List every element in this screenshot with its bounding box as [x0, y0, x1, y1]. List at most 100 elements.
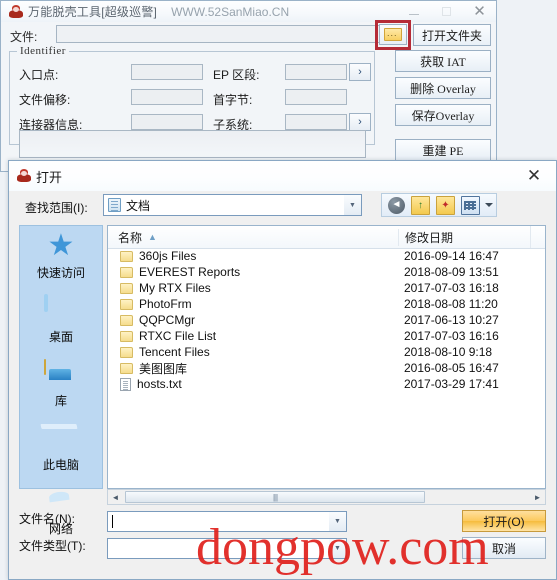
browse-button-highlight [375, 20, 411, 50]
subsystem-expand-button[interactable]: › [349, 113, 371, 131]
place-item-quick-access[interactable]: ★ 快速访问 [20, 226, 102, 290]
folder-icon [120, 282, 133, 294]
file-label: 文件: [10, 30, 38, 44]
file-name-input[interactable]: ▼ [107, 511, 347, 532]
table-row[interactable]: Tencent Files 2018-08-10 9:18 [108, 344, 545, 360]
rebuild-pe-button[interactable]: 重建 PE [395, 139, 491, 161]
file-name: hosts.txt [137, 377, 182, 391]
get-iat-button[interactable]: 获取 IAT [395, 50, 491, 72]
open-button[interactable]: 打开(O) [462, 510, 546, 532]
close-button[interactable]: ✕ [463, 1, 496, 22]
table-row[interactable]: 360js Files 2016-09-14 16:47 [108, 248, 545, 264]
linker-info-input[interactable] [131, 114, 203, 130]
horizontal-scrollbar[interactable]: ◄ |||| ► [107, 489, 546, 505]
desktop-icon [44, 294, 78, 326]
place-label: 此电脑 [42, 458, 79, 472]
folder-icon [120, 362, 133, 374]
place-item-desktop[interactable]: 桌面 [20, 290, 102, 354]
new-folder-icon[interactable]: ✦ [436, 195, 455, 215]
file-date: 2016-08-05 16:47 [404, 361, 499, 375]
look-in-row: 查找范围(I): 文档 ▼ ◄ ↑ ✦ [9, 191, 556, 223]
file-date: 2017-03-29 17:41 [404, 377, 499, 391]
cancel-button[interactable]: 取消 [462, 537, 546, 559]
file-name: EVEREST Reports [139, 265, 241, 279]
file-type-label: 文件类型(T): [19, 539, 86, 553]
dialog-toolbar: ◄ ↑ ✦ [381, 193, 497, 217]
ep-section-expand-button[interactable]: › [349, 63, 371, 81]
entry-point-label: 入口点: [19, 68, 59, 82]
table-row[interactable]: EVEREST Reports 2018-08-09 13:51 [108, 264, 545, 280]
file-name: Tencent Files [139, 345, 210, 359]
minimize-button[interactable] [397, 1, 430, 22]
sort-ascending-icon: ▲ [148, 232, 157, 242]
save-overlay-button[interactable]: 保存Overlay [395, 104, 491, 126]
window-controls: ✕ [397, 1, 496, 22]
open-folder-button[interactable]: 打开文件夹 [413, 24, 491, 46]
maximize-button[interactable] [430, 1, 463, 22]
ep-section-label: EP 区段: [213, 68, 260, 82]
column-header-name-label: 名称 [118, 230, 143, 245]
main-window-titlebar[interactable]: 万能脱壳工具[超级巡警] WWW.52SanMiao.CN ✕ [1, 1, 496, 22]
entry-point-input[interactable] [131, 64, 203, 80]
first-bytes-input[interactable] [285, 89, 347, 105]
scrollbar-track[interactable]: |||| [123, 490, 530, 504]
subsystem-input[interactable] [285, 114, 347, 130]
dialog-titlebar[interactable]: 打开 ✕ [9, 161, 556, 192]
place-item-this-pc[interactable]: 此电脑 [20, 418, 102, 482]
folder-icon [120, 330, 133, 342]
file-path-input[interactable] [56, 25, 383, 43]
this-pc-icon [44, 424, 78, 454]
place-label: 库 [54, 394, 67, 408]
identifier-legend: Identifier [17, 45, 69, 57]
delete-overlay-button[interactable]: 删除 Overlay [395, 77, 491, 99]
folder-icon [120, 346, 133, 358]
file-date: 2018-08-09 13:51 [404, 265, 499, 279]
view-mode-chevron-down-icon[interactable] [485, 203, 493, 207]
file-date: 2016-09-14 16:47 [404, 249, 499, 263]
file-name-chevron-down-icon[interactable]: ▼ [329, 512, 346, 531]
look-in-combobox[interactable]: 文档 ▼ [103, 194, 362, 216]
file-list-header: 名称 ▲ 修改日期 [108, 226, 545, 249]
places-sidebar: ★ 快速访问 桌面 库 此电脑 网络 [19, 225, 103, 536]
up-folder-icon[interactable]: ↑ [411, 195, 430, 215]
scroll-right-icon[interactable]: ► [530, 490, 545, 504]
ep-section-input[interactable] [285, 64, 347, 80]
column-header-date[interactable]: 修改日期 [398, 228, 530, 246]
file-name: RTXC File List [139, 329, 217, 343]
scrollbar-grip: |||| [272, 492, 278, 502]
file-list-panel[interactable]: 名称 ▲ 修改日期 360js Files 2016-09-14 16:47 E… [107, 225, 546, 489]
table-row[interactable]: QQPCMgr 2017-06-13 10:27 [108, 312, 545, 328]
identifier-output-textarea[interactable] [19, 130, 366, 158]
column-header-extra[interactable] [530, 226, 545, 248]
main-window-subtitle: WWW.52SanMiao.CN [171, 4, 290, 19]
first-bytes-label: 首字节: [213, 93, 253, 107]
quick-access-star-icon: ★ [47, 228, 75, 263]
table-row[interactable]: 美图图库 2016-08-05 16:47 [108, 360, 545, 376]
look-in-label: 查找范围(I): [25, 201, 88, 215]
file-path-row: 文件: 打开文件夹 [1, 20, 496, 50]
text-file-icon [120, 377, 131, 391]
file-type-combobox[interactable]: ▼ [107, 538, 347, 559]
table-row[interactable]: My RTX Files 2017-07-03 16:18 [108, 280, 545, 296]
table-row[interactable]: RTXC File List 2017-07-03 16:16 [108, 328, 545, 344]
folder-icon [120, 298, 133, 310]
place-item-libraries[interactable]: 库 [20, 354, 102, 418]
file-list-rows: 360js Files 2016-09-14 16:47 EVEREST Rep… [108, 248, 545, 488]
file-name: 美图图库 [139, 361, 188, 376]
file-name: My RTX Files [139, 281, 211, 295]
file-type-chevron-down-icon[interactable]: ▼ [329, 539, 346, 558]
back-icon[interactable]: ◄ [388, 196, 405, 214]
view-mode-icon[interactable] [461, 195, 480, 215]
table-row[interactable]: PhotoFrm 2018-08-08 11:20 [108, 296, 545, 312]
chevron-down-icon[interactable]: ▼ [344, 195, 361, 215]
column-header-name[interactable]: 名称 ▲ [108, 229, 398, 246]
scroll-left-icon[interactable]: ◄ [108, 490, 123, 504]
table-row[interactable]: hosts.txt 2017-03-29 17:41 [108, 376, 545, 392]
file-date: 2017-06-13 10:27 [404, 313, 499, 327]
scrollbar-thumb[interactable]: |||| [125, 491, 425, 503]
dialog-title: 打开 [36, 169, 63, 185]
main-window-title: 万能脱壳工具[超级巡警] [28, 5, 158, 19]
file-name: PhotoFrm [139, 297, 192, 311]
dialog-close-icon[interactable]: ✕ [512, 162, 556, 191]
file-offset-input[interactable] [131, 89, 203, 105]
